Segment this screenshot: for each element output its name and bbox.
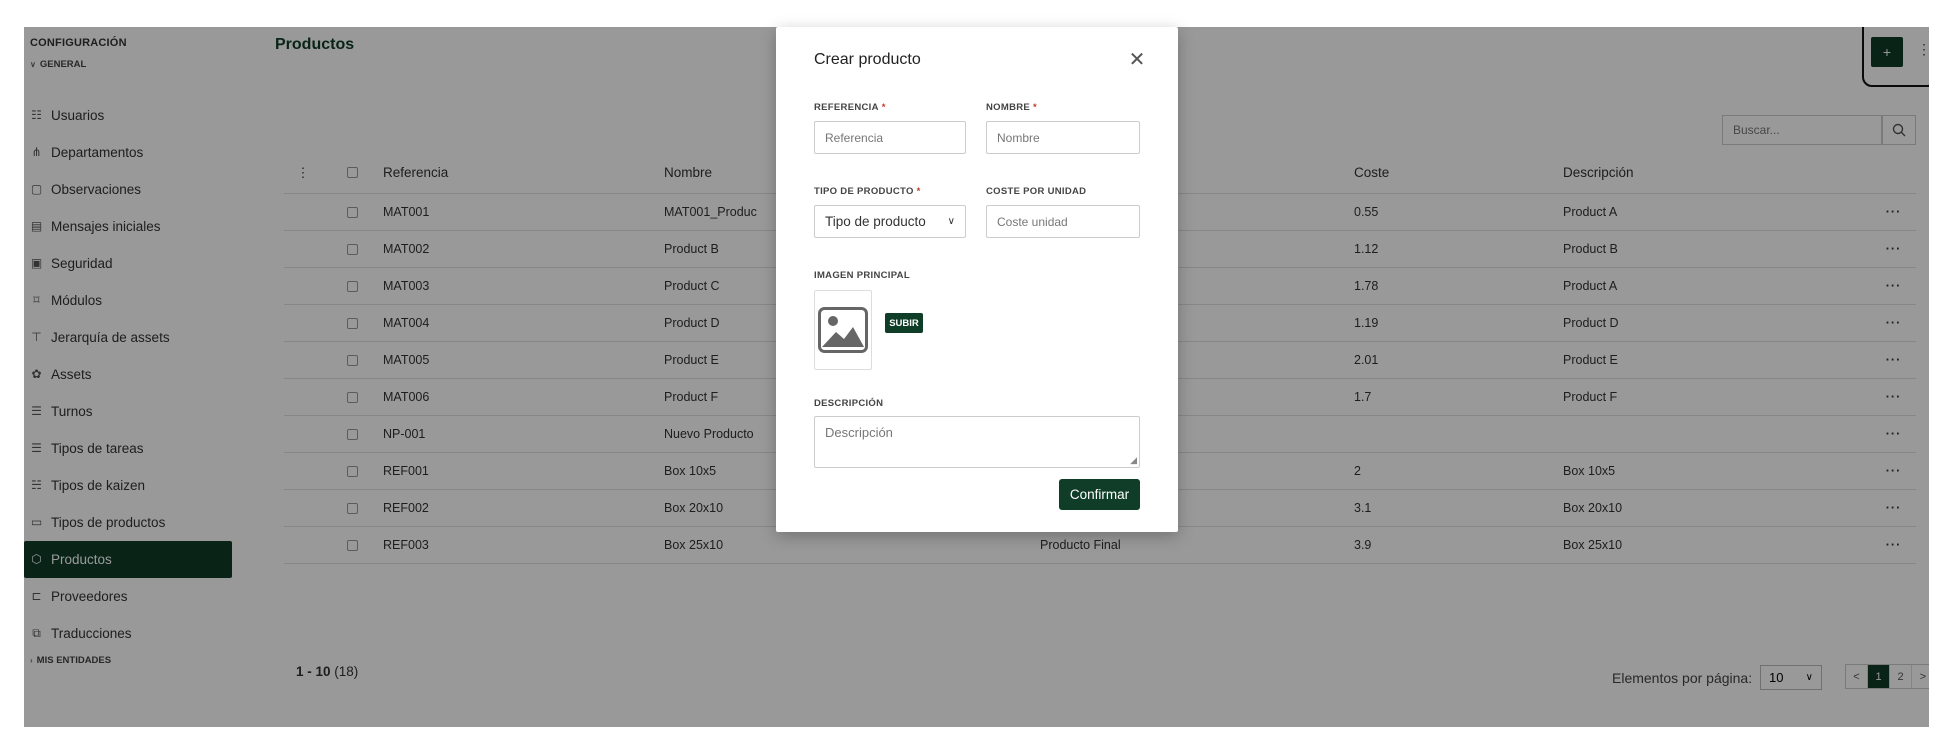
close-icon[interactable]: ✕ [1126, 49, 1148, 71]
chevron-down-icon: ∨ [947, 216, 955, 227]
description-placeholder: Descripción [825, 425, 893, 440]
name-label-text: NOMBRE [986, 102, 1031, 113]
upload-image-button[interactable]: SUBIR [885, 313, 923, 333]
image-placeholder-icon [818, 307, 868, 353]
product-type-select[interactable]: Tipo de producto ∨ [814, 205, 966, 238]
reference-input[interactable]: Referencia [814, 121, 966, 154]
required-mark: * [1033, 102, 1038, 113]
name-input[interactable]: Nombre [986, 121, 1140, 154]
unit-cost-input[interactable]: Coste unidad [986, 205, 1140, 238]
image-preview [814, 290, 872, 370]
product-type-label: TIPO DE PRODUCTO * [814, 186, 921, 197]
image-label: IMAGEN PRINCIPAL [814, 270, 910, 281]
confirm-button[interactable]: Confirmar [1059, 479, 1140, 510]
reference-label: REFERENCIA * [814, 102, 886, 113]
dialog-title: Crear producto [814, 51, 921, 68]
product-type-label-text: TIPO DE PRODUCTO [814, 186, 914, 197]
description-input[interactable]: Descripción ◢ [814, 416, 1140, 468]
product-type-value: Tipo de producto [825, 214, 926, 229]
create-product-dialog: Crear producto ✕ REFERENCIA * Referencia … [776, 27, 1178, 532]
name-label: NOMBRE * [986, 102, 1037, 113]
required-mark: * [916, 186, 921, 197]
reference-label-text: REFERENCIA [814, 102, 879, 113]
unit-cost-label: COSTE POR UNIDAD [986, 186, 1087, 197]
resize-handle-icon[interactable]: ◢ [1130, 455, 1137, 466]
description-label: DESCRIPCIÓN [814, 398, 884, 409]
required-mark: * [881, 102, 886, 113]
